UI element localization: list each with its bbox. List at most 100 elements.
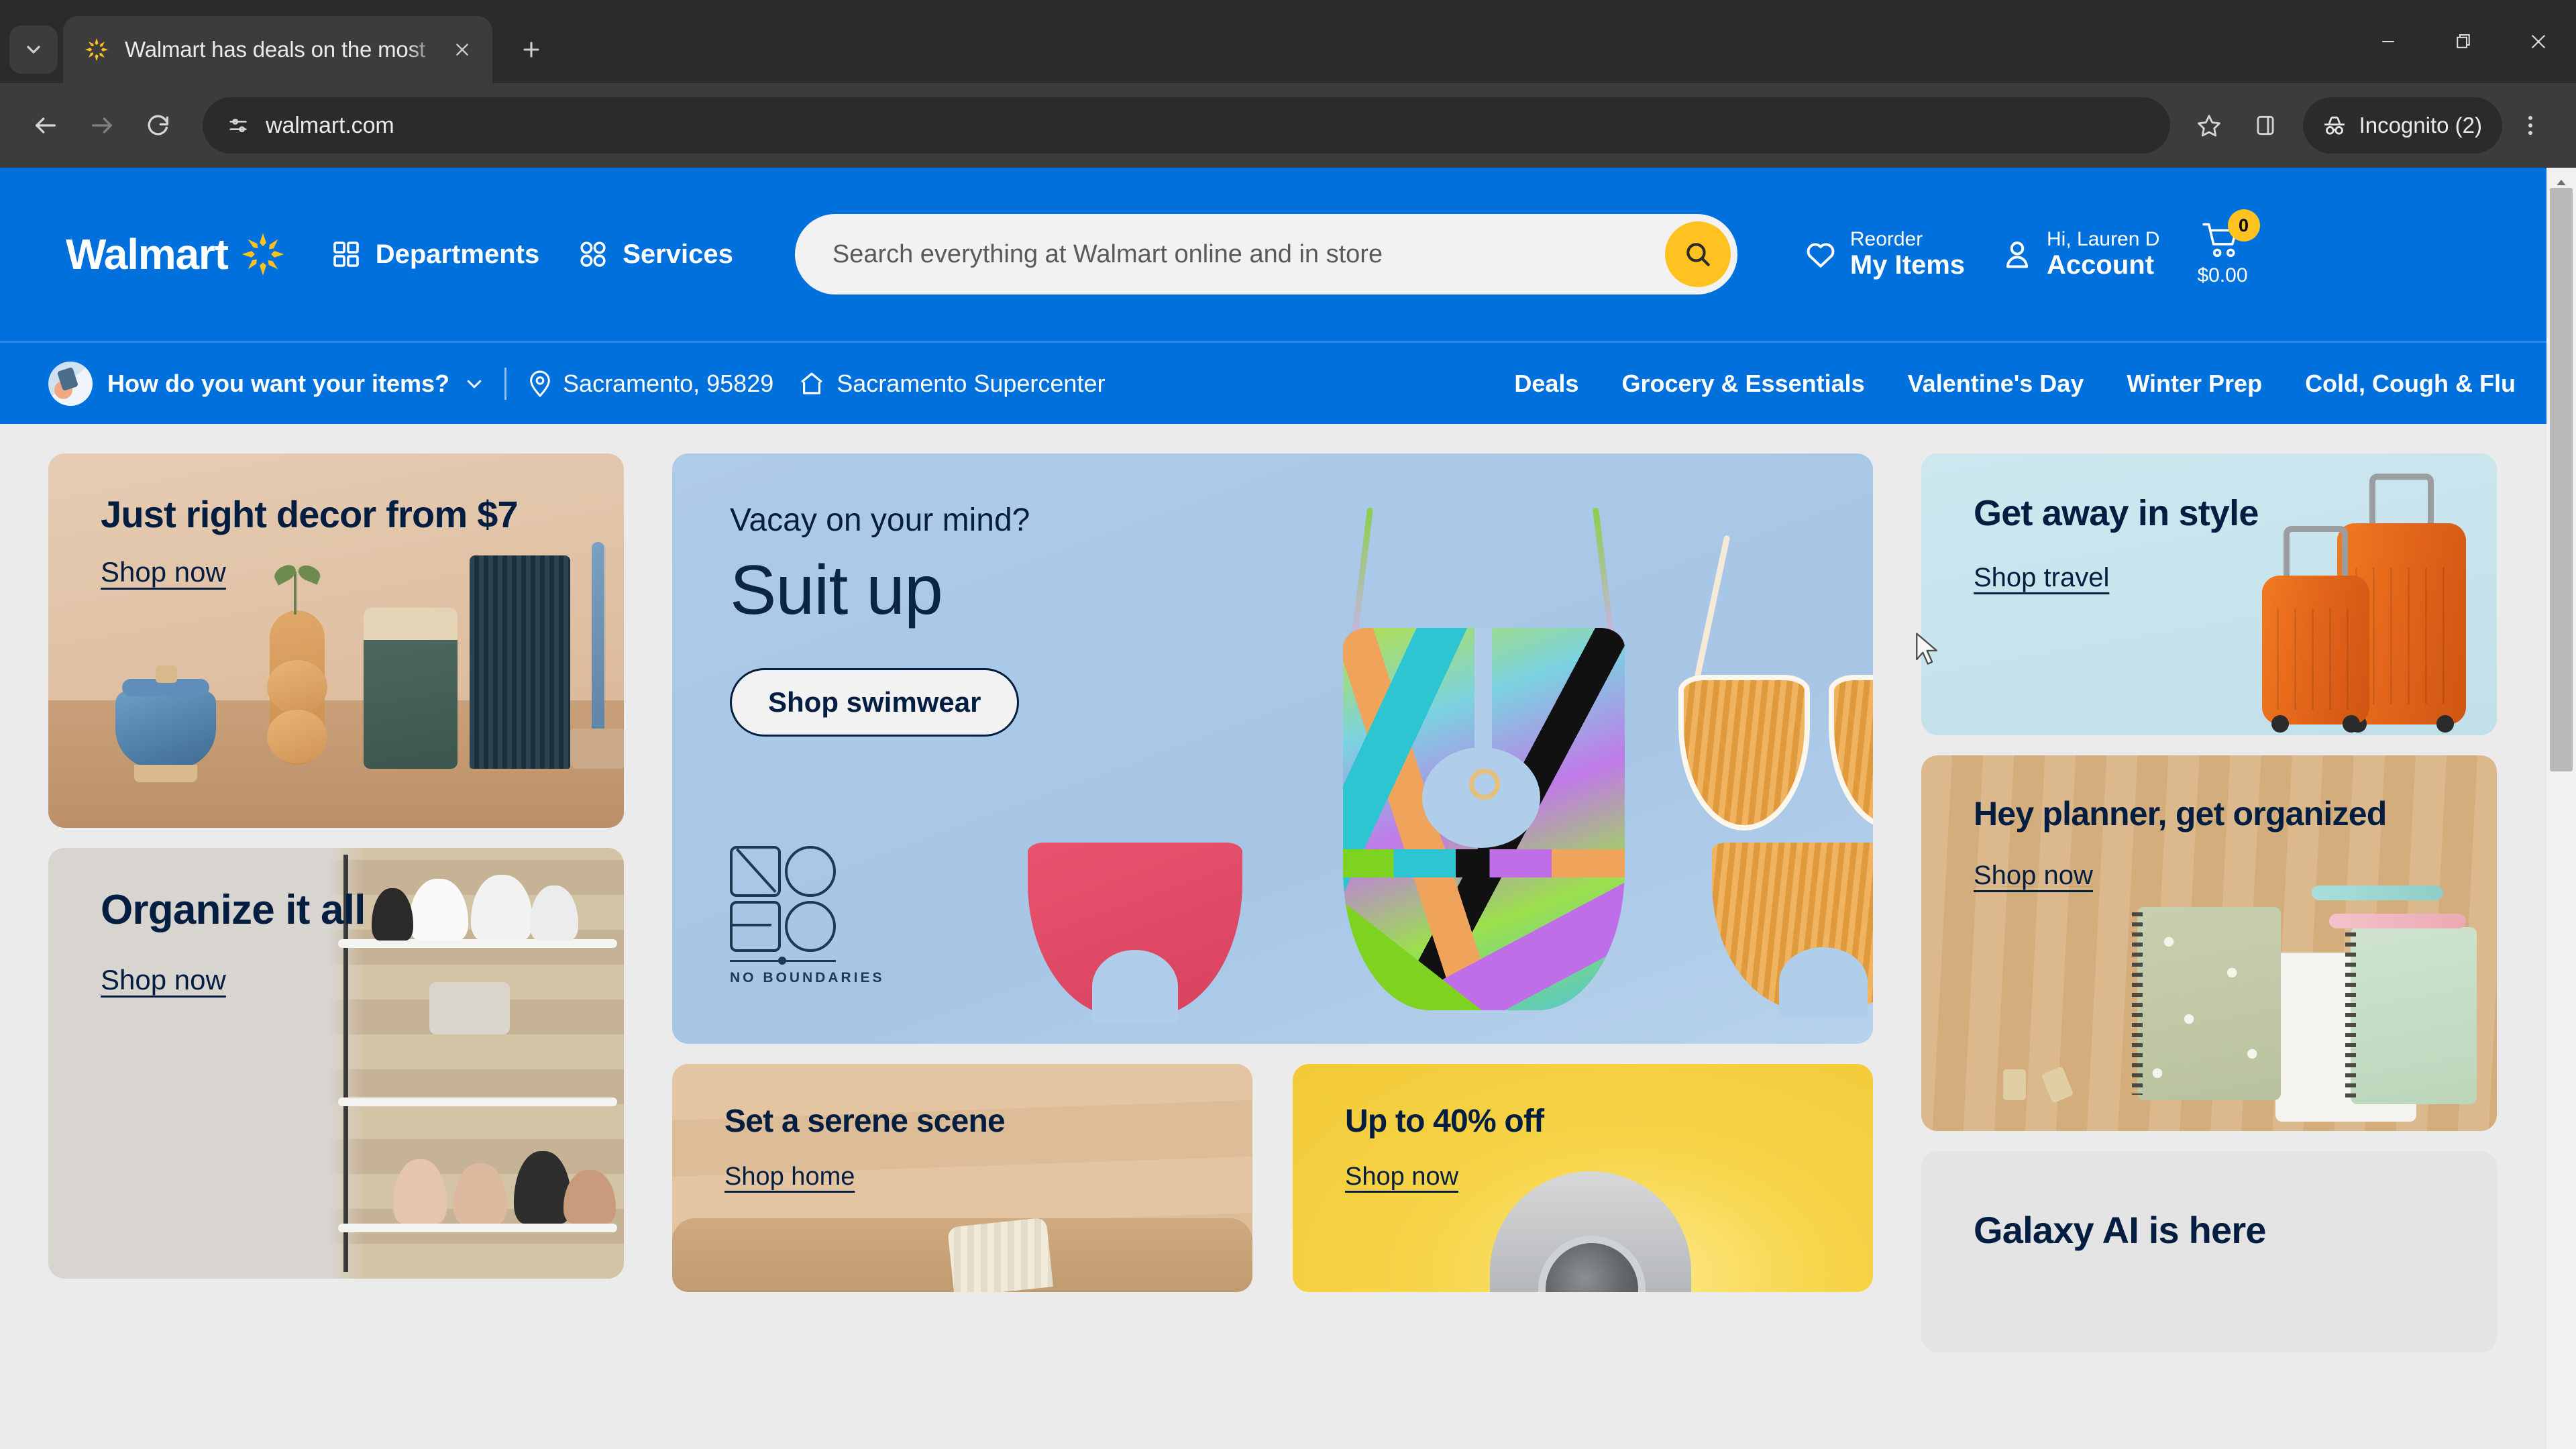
fulfillment-label: How do you want your items? <box>107 369 450 397</box>
nobo-letter-n <box>730 846 781 897</box>
card-decor-title: Just right decor from $7 <box>101 493 519 535</box>
cart-button[interactable]: 0 $0.00 <box>2197 209 2260 287</box>
homepage-card-grid: Just right decor from $7 Shop now Organi… <box>0 424 2576 1352</box>
card-40-percent-off[interactable]: Up to 40% off Shop now <box>1293 1064 1873 1292</box>
circles-grid-icon <box>577 238 609 270</box>
card-serene-scene[interactable]: Set a serene scene Shop home <box>672 1064 1252 1292</box>
card-decor[interactable]: Just right decor from $7 Shop now <box>48 453 624 828</box>
nobo-tagline: NO BOUNDARIES <box>730 970 885 985</box>
reorder-my-items-button[interactable]: Reorder My Items <box>1803 228 1965 280</box>
browser-menu-button[interactable] <box>2502 97 2559 154</box>
middle-column: Vacay on your mind? Suit up Shop swimwea… <box>672 453 1873 1292</box>
three-dot-menu-icon <box>2528 115 2533 136</box>
card-decor-link[interactable]: Shop now <box>101 556 226 588</box>
pillow-image <box>947 1217 1054 1292</box>
star-icon <box>2197 115 2220 137</box>
card-organize-title: Organize it all <box>101 887 366 933</box>
new-tab-button[interactable] <box>507 25 555 74</box>
decor-jar-image <box>115 665 216 769</box>
incognito-hat-icon <box>2324 116 2345 135</box>
pink-bikini-bottom-image <box>1028 843 1242 1024</box>
category-link-cold-cough-flu[interactable]: Cold, Cough & Flu <box>2305 370 2516 398</box>
nobo-brand-logo[interactable]: NO BOUNDARIES <box>730 846 885 986</box>
incognito-indicator[interactable]: Incognito (2) <box>2302 97 2502 154</box>
window-restore-button[interactable] <box>2426 0 2501 83</box>
minimize-icon <box>2382 41 2394 42</box>
plus-icon <box>523 42 539 58</box>
decor-jar-base-image <box>134 765 197 782</box>
card-serene-link[interactable]: Shop home <box>724 1163 855 1191</box>
account-greeting: Hi, Lauren D <box>2047 227 2160 250</box>
side-panel-button[interactable] <box>2237 97 2294 154</box>
walmart-spark-icon <box>83 36 110 63</box>
departments-button[interactable]: Departments <box>330 238 539 270</box>
address-bar-url: walmart.com <box>266 112 394 138</box>
small-suitcase-image <box>2262 526 2369 733</box>
forward-button[interactable] <box>74 97 130 154</box>
scrollbar-thumb[interactable] <box>2550 188 2573 771</box>
card-40-title: Up to 40% off <box>1345 1104 1544 1139</box>
page-viewport: Walmart Departments Services Search ever… <box>0 168 2576 1449</box>
card-organize-link[interactable]: Shop now <box>101 964 226 996</box>
location-pin-icon <box>527 369 553 398</box>
cart-total: $0.00 <box>2197 264 2248 286</box>
address-bar[interactable]: walmart.com <box>203 97 2170 154</box>
search-input[interactable]: Search everything at Walmart online and … <box>794 214 1737 294</box>
binder-clip-image <box>2003 1069 2026 1100</box>
right-column: Get away in style Shop travel Hey planne… <box>1921 453 2497 1352</box>
one-piece-swimsuit-image <box>1343 500 1625 1010</box>
category-link-deals[interactable]: Deals <box>1514 370 1578 398</box>
decor-candle-image <box>364 608 458 769</box>
walmart-logo[interactable]: Walmart <box>66 229 287 279</box>
striped-bikini-bottom-image <box>1712 843 1873 1017</box>
decor-taper-candle-image <box>592 542 604 737</box>
card-hero-swimwear[interactable]: Vacay on your mind? Suit up Shop swimwea… <box>672 453 1873 1044</box>
services-button[interactable]: Services <box>577 238 733 270</box>
card-travel-title: Get away in style <box>1974 493 2259 533</box>
shop-swimwear-button[interactable]: Shop swimwear <box>730 668 1020 737</box>
back-button[interactable] <box>17 97 74 154</box>
card-travel[interactable]: Get away in style Shop travel <box>1921 453 2497 735</box>
account-button[interactable]: Hi, Lauren D Account <box>2000 228 2159 280</box>
nobo-divider <box>730 957 836 965</box>
location-selector[interactable]: Sacramento, 95829 <box>527 369 773 398</box>
window-minimize-button[interactable] <box>2351 0 2426 83</box>
page-scrollbar[interactable] <box>2546 168 2576 1449</box>
bookmark-button[interactable] <box>2181 97 2237 154</box>
grid-icon <box>330 238 362 270</box>
left-column: Just right decor from $7 Shop now Organi… <box>48 453 624 1279</box>
fulfillment-selector[interactable]: How do you want your items? <box>48 361 484 406</box>
bikini-top-image <box>1678 535 1873 836</box>
chevron-down-icon <box>27 46 40 54</box>
browser-tab[interactable]: Walmart has deals on the most <box>63 16 492 83</box>
close-icon <box>456 44 468 56</box>
my-items-label: My Items <box>1849 250 1966 280</box>
location-label: Sacramento, 95829 <box>563 369 774 397</box>
card-galaxy-ai[interactable]: Galaxy AI is here <box>1921 1151 2497 1352</box>
site-settings-icon[interactable] <box>217 105 259 146</box>
middle-bottom-row: Set a serene scene Shop home Up to 40% o… <box>672 1064 1873 1292</box>
tab-search-button[interactable] <box>9 25 58 74</box>
card-40-link[interactable]: Shop now <box>1345 1163 1458 1191</box>
tab-close-button[interactable] <box>444 32 480 68</box>
cart-count-badge: 0 <box>2227 209 2260 241</box>
hero-title: Suit up <box>730 551 943 629</box>
card-planner-title: Hey planner, get organized <box>1974 795 2387 833</box>
heart-icon <box>1803 237 1838 272</box>
card-travel-link[interactable]: Shop travel <box>1974 563 2109 593</box>
search-submit-button[interactable] <box>1664 221 1731 287</box>
reorder-sub-label: Reorder <box>1849 227 1923 250</box>
nobo-letter-b <box>730 901 781 952</box>
reload-button[interactable] <box>130 97 186 154</box>
search-placeholder: Search everything at Walmart online and … <box>832 239 1383 268</box>
incognito-label: Incognito (2) <box>2359 113 2482 138</box>
store-selector[interactable]: Sacramento Supercenter <box>798 370 1105 398</box>
category-link-grocery[interactable]: Grocery & Essentials <box>1621 370 1864 398</box>
card-planner-link[interactable]: Shop now <box>1974 861 2093 891</box>
card-planner[interactable]: Hey planner, get organized Shop now <box>1921 755 2497 1131</box>
category-links: Deals Grocery & Essentials Valentine's D… <box>1471 370 2528 398</box>
category-link-winter-prep[interactable]: Winter Prep <box>2127 370 2262 398</box>
card-organize[interactable]: Organize it all Shop now <box>48 848 624 1279</box>
category-link-valentines[interactable]: Valentine's Day <box>1908 370 2084 398</box>
window-close-button[interactable] <box>2501 0 2576 83</box>
